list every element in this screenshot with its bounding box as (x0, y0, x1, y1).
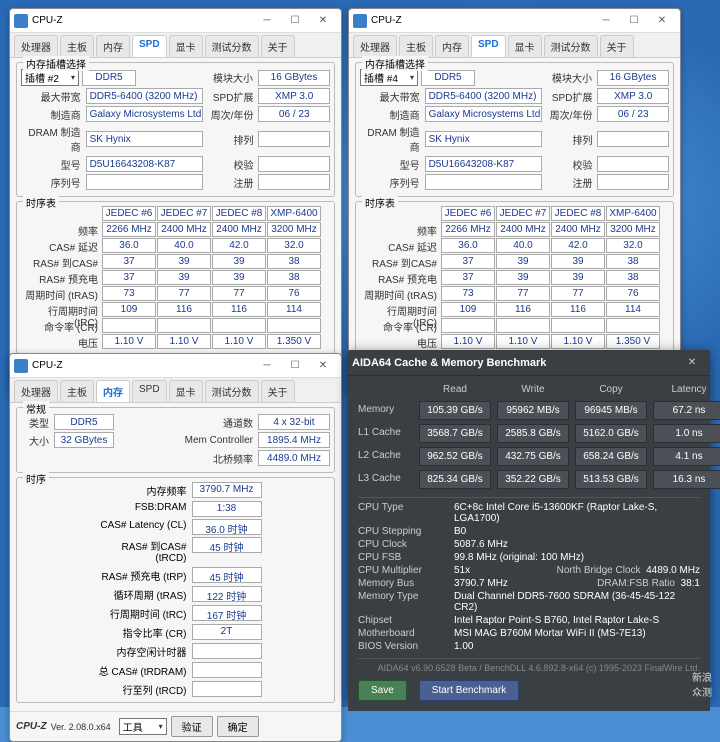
bench-value[interactable]: 432.75 GB/s (497, 447, 569, 466)
bench-value[interactable]: 658.24 GB/s (575, 447, 647, 466)
minimize-button[interactable]: ─ (253, 11, 281, 31)
window-title: CPU-Z (32, 15, 63, 26)
cpuz-icon (353, 14, 367, 28)
close-button[interactable]: ✕ (648, 11, 676, 31)
dram-mfg: SK Hynix (86, 131, 203, 147)
nb-freq: 4489.0 MHz (258, 450, 330, 466)
ranks (258, 131, 330, 147)
tab-6[interactable]: 关于 (261, 380, 295, 402)
channels: 4 x 32-bit (258, 414, 330, 430)
titlebar[interactable]: AIDA64 Cache & Memory Benchmark ✕ (348, 350, 710, 376)
module-size: 16 GBytes (258, 70, 330, 86)
tab-4[interactable]: 显卡 (169, 35, 203, 57)
slot-select[interactable]: 插槽 #2 (21, 69, 79, 86)
minimize-button[interactable]: ─ (253, 356, 281, 376)
group-title-timing: 时序表 (23, 195, 59, 210)
mem-type: DDR5 (82, 70, 136, 86)
tab-2[interactable]: 内存 (435, 35, 469, 57)
titlebar[interactable]: CPU-Z ─ ☐ ✕ (10, 354, 341, 378)
bench-value[interactable]: 4.1 ns (653, 447, 720, 466)
tab-4[interactable]: 显卡 (508, 35, 542, 57)
bench-value[interactable]: 3568.7 GB/s (419, 424, 491, 443)
slot-select[interactable]: 插槽 #4 (360, 69, 418, 86)
bench-value[interactable]: 96945 MB/s (575, 401, 647, 420)
tab-2[interactable]: 内存 (96, 380, 130, 402)
cpuz-memory-window: CPU-Z ─ ☐ ✕ 处理器主板内存SPD显卡测试分数关于 常规 类型 DDR… (9, 353, 342, 742)
tab-6[interactable]: 关于 (600, 35, 634, 57)
tab-3[interactable]: SPD (471, 35, 506, 57)
tab-0[interactable]: 处理器 (14, 380, 58, 402)
close-button[interactable]: ✕ (678, 353, 706, 373)
tab-5[interactable]: 测试分数 (205, 35, 259, 57)
week-year: 06 / 23 (258, 106, 330, 122)
aida64-window: AIDA64 Cache & Memory Benchmark ✕ ReadWr… (348, 350, 710, 700)
tab-0[interactable]: 处理器 (14, 35, 58, 57)
tab-4[interactable]: 显卡 (169, 380, 203, 402)
start-benchmark-button[interactable]: Start Benchmark (419, 680, 519, 701)
module-mfg: Galaxy Microsystems Ltd. (86, 106, 203, 122)
cpuz-icon (14, 14, 28, 28)
aida-footer: AIDA64 v6.90.6528 Beta / BenchDLL 4.6.89… (358, 663, 700, 673)
window-title: AIDA64 Cache & Memory Benchmark (352, 357, 546, 369)
minimize-button[interactable]: ─ (592, 11, 620, 31)
maximize-button[interactable]: ☐ (620, 11, 648, 31)
max-bandwidth: DDR5-6400 (3200 MHz) (86, 88, 203, 104)
cpuz-icon (14, 359, 28, 373)
mem-type: DDR5 (54, 414, 114, 430)
tab-0[interactable]: 处理器 (353, 35, 397, 57)
tools-menu[interactable]: 工具 (119, 718, 167, 735)
maximize-button[interactable]: ☐ (281, 356, 309, 376)
mc-freq: 1895.4 MHz (258, 432, 330, 448)
bench-value[interactable]: 513.53 GB/s (575, 470, 647, 489)
mem-size: 32 GBytes (54, 432, 114, 448)
tab-5[interactable]: 测试分数 (205, 380, 259, 402)
close-button[interactable]: ✕ (309, 356, 337, 376)
close-button[interactable]: ✕ (309, 11, 337, 31)
bench-value[interactable]: 16.3 ns (653, 470, 720, 489)
bench-value[interactable]: 825.34 GB/s (419, 470, 491, 489)
tab-6[interactable]: 关于 (261, 35, 295, 57)
cpuz-spd-window-1: CPU-Z ─ ☐ ✕ 处理器主板内存SPD显卡测试分数关于 内存插槽选择 插槽… (9, 8, 342, 393)
maximize-button[interactable]: ☐ (281, 11, 309, 31)
ok-button[interactable]: 确定 (217, 716, 259, 737)
serial (86, 174, 203, 190)
tab-5[interactable]: 测试分数 (544, 35, 598, 57)
tab-2[interactable]: 内存 (96, 35, 130, 57)
group-title-slotsel: 内存插槽选择 (23, 56, 89, 71)
bench-value[interactable]: 352.22 GB/s (497, 470, 569, 489)
bench-value[interactable]: 1.0 ns (653, 424, 720, 443)
validate-button[interactable]: 验证 (171, 716, 213, 737)
bench-value[interactable]: 962.52 GB/s (419, 447, 491, 466)
bench-value[interactable]: 2585.8 GB/s (497, 424, 569, 443)
titlebar[interactable]: CPU-Z ─ ☐ ✕ (349, 9, 680, 33)
tab-1[interactable]: 主板 (60, 380, 94, 402)
tab-1[interactable]: 主板 (60, 35, 94, 57)
tab-3[interactable]: SPD (132, 35, 167, 57)
bench-value[interactable]: 95962 MB/s (497, 401, 569, 420)
titlebar[interactable]: CPU-Z ─ ☐ ✕ (10, 9, 341, 33)
cpuz-spd-window-2: CPU-Z ─ ☐ ✕ 处理器主板内存SPD显卡测试分数关于 内存插槽选择 插槽… (348, 8, 681, 393)
save-button[interactable]: Save (358, 680, 407, 701)
tab-3[interactable]: SPD (132, 380, 167, 402)
bench-value[interactable]: 5162.0 GB/s (575, 424, 647, 443)
part-number: D5U16643208-K87 (86, 156, 203, 172)
watermark: 新浪众测 (692, 669, 712, 699)
spd-ext: XMP 3.0 (258, 88, 330, 104)
tab-1[interactable]: 主板 (399, 35, 433, 57)
bench-value[interactable]: 67.2 ns (653, 401, 720, 420)
bench-value[interactable]: 105.39 GB/s (419, 401, 491, 420)
